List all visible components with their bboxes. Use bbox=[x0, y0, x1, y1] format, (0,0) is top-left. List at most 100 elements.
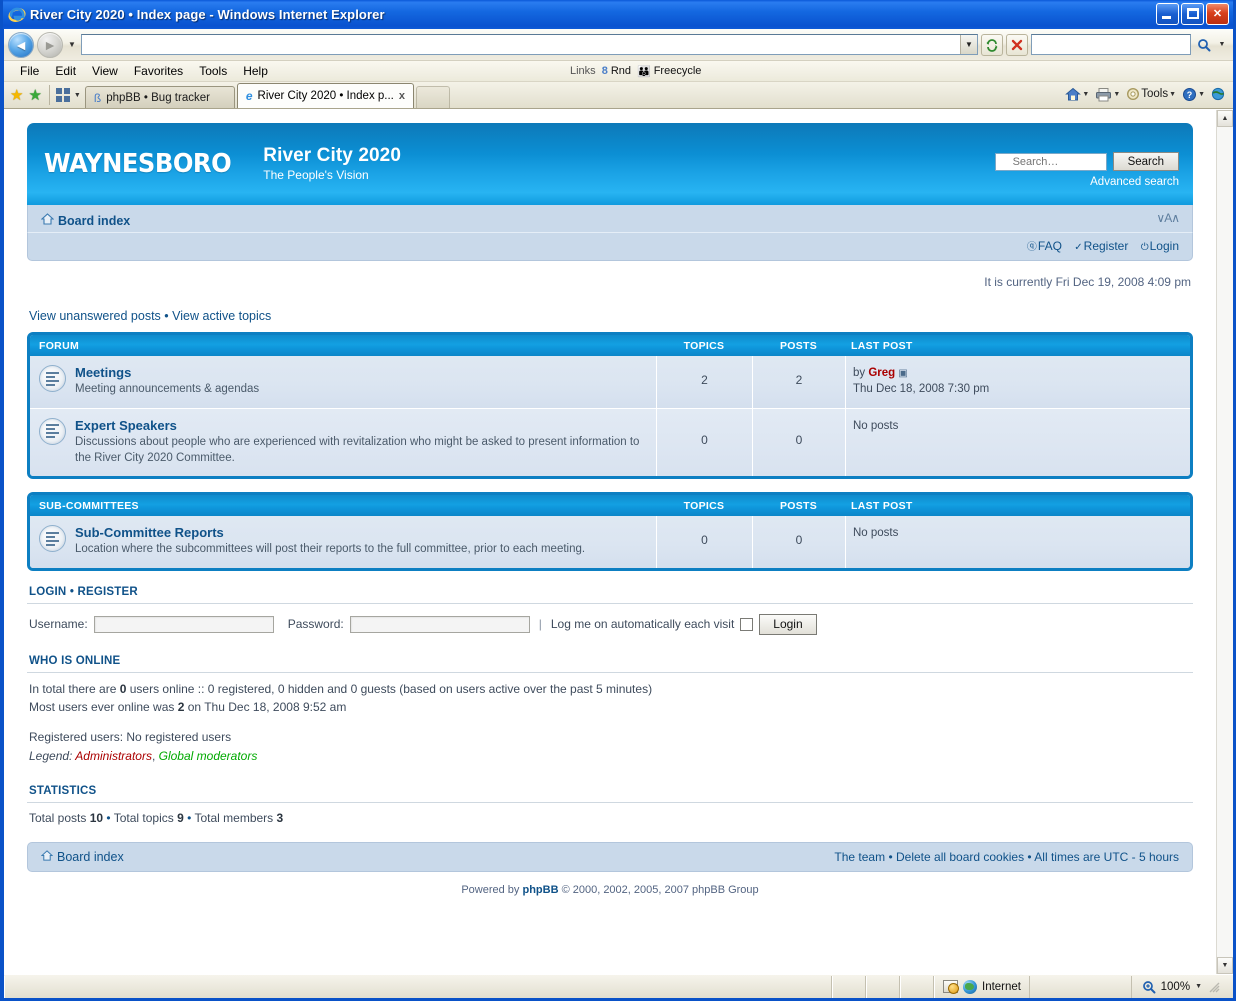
print-dropdown-icon[interactable]: ▼ bbox=[1113, 91, 1120, 98]
maximize-button[interactable] bbox=[1181, 3, 1204, 25]
bluetooth-icon: 8 bbox=[601, 65, 608, 77]
help-dropdown-icon[interactable]: ▼ bbox=[1198, 91, 1205, 98]
link-rnd-label: Rnd bbox=[610, 65, 631, 77]
refresh-button[interactable] bbox=[981, 33, 1003, 56]
quick-tabs-icon[interactable] bbox=[53, 85, 73, 105]
forum-title-link[interactable]: Sub-Committee Reports bbox=[75, 525, 585, 541]
search-input[interactable] bbox=[994, 153, 1107, 171]
login-button[interactable]: Login bbox=[759, 613, 817, 635]
legend-comma: , bbox=[151, 748, 159, 763]
password-input[interactable] bbox=[349, 615, 530, 633]
forum-description: Meeting announcements & agendas bbox=[75, 383, 260, 396]
nav-link-faq[interactable]: ⓠFAQ bbox=[1027, 239, 1062, 253]
view-active-topics-link[interactable]: View active topics bbox=[172, 309, 271, 323]
tab-river-city-2020[interactable]: e River City 2020 • Index p... x bbox=[236, 83, 414, 108]
tab-close-icon[interactable]: x bbox=[399, 90, 405, 102]
forward-button[interactable]: ► bbox=[37, 31, 63, 58]
research-button[interactable] bbox=[1209, 87, 1227, 101]
nav-link-login[interactable]: ⏻Login bbox=[1141, 239, 1179, 253]
goto-last-post-icon[interactable]: ▣ bbox=[898, 368, 907, 379]
help-button[interactable]: ? ▼ bbox=[1180, 87, 1207, 102]
top-links: View unanswered posts • View active topi… bbox=[27, 289, 1193, 332]
tools-button[interactable]: Tools ▼ bbox=[1124, 87, 1178, 101]
print-button[interactable]: ▼ bbox=[1093, 87, 1122, 102]
forum-icon bbox=[39, 525, 66, 553]
menu-edit[interactable]: Edit bbox=[47, 63, 84, 79]
recent-pages-dropdown-icon[interactable]: ▼ bbox=[66, 40, 78, 49]
footer-board-index-link[interactable]: Board index bbox=[40, 850, 124, 864]
login-heading-link[interactable]: LOGIN bbox=[29, 586, 66, 598]
tab-list-dropdown-icon[interactable]: ▼ bbox=[74, 92, 81, 99]
link-rnd[interactable]: 8 Rnd bbox=[602, 65, 631, 77]
heading-separator: • bbox=[69, 585, 75, 598]
last-post-author-link[interactable]: Greg bbox=[868, 367, 895, 379]
minimize-button[interactable] bbox=[1156, 3, 1179, 25]
resize-grip[interactable] bbox=[1207, 980, 1221, 994]
address-input[interactable] bbox=[82, 36, 960, 53]
security-zone-pane[interactable]: Internet bbox=[934, 975, 1030, 998]
autologin-label: Log me on automatically each visit bbox=[550, 617, 735, 632]
register-heading-link[interactable]: REGISTER bbox=[77, 586, 137, 598]
close-button[interactable]: ✕ bbox=[1206, 3, 1229, 25]
browser-window: River City 2020 • Index page - Windows I… bbox=[0, 0, 1236, 1001]
breadcrumb-label: Board index bbox=[58, 213, 131, 228]
current-time: It is currently Fri Dec 19, 2008 4:09 pm bbox=[984, 275, 1191, 289]
menu-tools[interactable]: Tools bbox=[191, 63, 235, 79]
zoom-dropdown-icon[interactable]: ▼ bbox=[1195, 983, 1202, 990]
breadcrumb[interactable]: Board index bbox=[40, 213, 131, 228]
link-freecycle[interactable]: 👪 Freecycle bbox=[637, 65, 701, 78]
forum-row-meetings: Meetings Meeting announcements & agendas… bbox=[30, 356, 1190, 409]
scroll-up-button[interactable]: ▲ bbox=[1217, 110, 1233, 127]
add-to-favorites-icon[interactable]: ★ bbox=[28, 88, 41, 103]
last-post-cell: No posts bbox=[845, 408, 1190, 477]
zoom-control[interactable]: 100% ▼ bbox=[1130, 975, 1233, 998]
legend-administrators[interactable]: Administrators bbox=[75, 749, 152, 763]
menu-favorites[interactable]: Favorites bbox=[126, 63, 191, 79]
last-post-date: Thu Dec 18, 2008 7:30 pm bbox=[853, 383, 990, 396]
scroll-down-button[interactable]: ▼ bbox=[1217, 957, 1233, 974]
forum-icon bbox=[39, 417, 66, 445]
menu-file[interactable]: File bbox=[12, 63, 47, 79]
browser-search-box[interactable] bbox=[1031, 34, 1195, 55]
autologin-checkbox[interactable] bbox=[740, 617, 754, 631]
forum-title-link[interactable]: Meetings bbox=[75, 365, 259, 381]
tab-phpbb-bug-tracker[interactable]: ß phpBB • Bug tracker bbox=[84, 86, 235, 108]
back-button[interactable]: ◄ bbox=[8, 31, 34, 58]
address-dropdown-icon[interactable]: ▼ bbox=[960, 35, 977, 54]
menu-help[interactable]: Help bbox=[235, 63, 276, 79]
stat-separator: • bbox=[187, 810, 192, 825]
username-input[interactable] bbox=[93, 615, 274, 633]
menu-view[interactable]: View bbox=[84, 63, 126, 79]
registered-users-line: Registered users: No registered users bbox=[29, 730, 232, 745]
tools-dropdown-icon[interactable]: ▼ bbox=[1169, 91, 1176, 98]
view-unanswered-posts-link[interactable]: View unanswered posts bbox=[29, 309, 161, 323]
forum-title-link[interactable]: Expert Speakers bbox=[75, 418, 647, 434]
scrollbar-track[interactable] bbox=[1217, 127, 1233, 957]
advanced-search-link[interactable]: Advanced search bbox=[995, 176, 1179, 188]
powered-prefix: Powered by bbox=[461, 883, 523, 896]
legend-global-moderators[interactable]: Global moderators bbox=[159, 749, 258, 763]
nav-links-bar: ⓠFAQ ✓Register ⏻Login bbox=[27, 232, 1193, 261]
new-tab-button[interactable] bbox=[416, 86, 450, 108]
stop-button[interactable] bbox=[1006, 33, 1028, 56]
page-scrollbar[interactable]: ▲ ▼ bbox=[1216, 110, 1233, 974]
browser-search-icon[interactable] bbox=[1194, 34, 1214, 56]
address-bar[interactable]: ▼ bbox=[81, 34, 978, 55]
browser-search-input[interactable] bbox=[1032, 35, 1195, 54]
font-size-changer[interactable]: ∨A∧ bbox=[1156, 211, 1180, 225]
search-provider-dropdown-icon[interactable]: ▼ bbox=[1217, 41, 1227, 48]
home-dropdown-icon[interactable]: ▼ bbox=[1082, 91, 1089, 98]
last-post-cell: by Greg ▣ Thu Dec 18, 2008 7:30 pm bbox=[845, 356, 1190, 408]
nav-link-register[interactable]: ✓Register bbox=[1074, 239, 1128, 253]
forum-description: Discussions about people who are experie… bbox=[75, 436, 640, 464]
search-button[interactable]: Search bbox=[1112, 152, 1179, 171]
site-logo[interactable]: WAYNESBORO bbox=[44, 149, 232, 179]
most-users-b: on Thu Dec 18, 2008 9:52 am bbox=[184, 700, 347, 715]
home-button[interactable]: ▼ bbox=[1063, 87, 1091, 102]
phpbb-link[interactable]: phpBB bbox=[522, 884, 558, 896]
the-team-link[interactable]: The team bbox=[834, 850, 885, 864]
delete-cookies-link[interactable]: Delete all board cookies bbox=[896, 850, 1024, 864]
favorites-center-icon[interactable]: ★ bbox=[10, 88, 23, 103]
legend-line: Legend: Administrators, Global moderator… bbox=[29, 747, 1193, 765]
